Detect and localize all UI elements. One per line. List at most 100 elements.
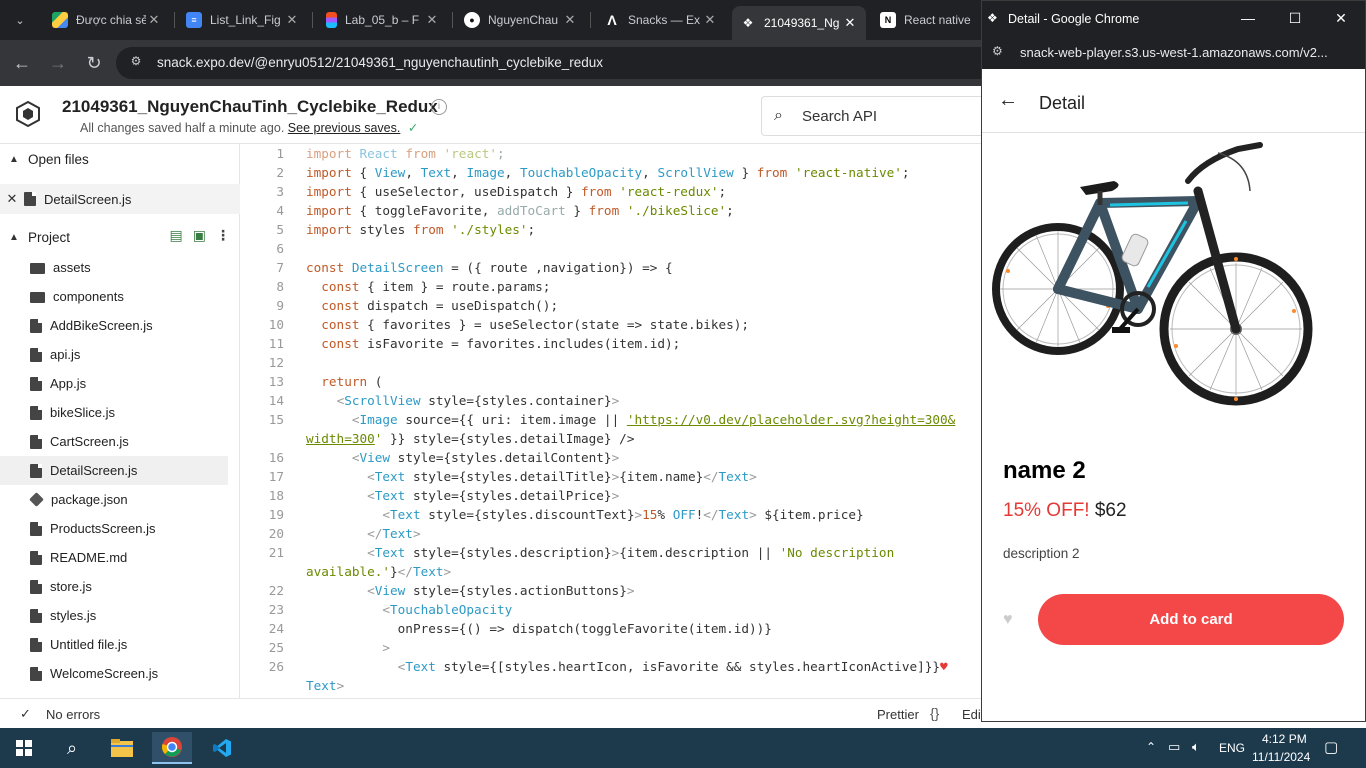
chrome-taskbar-icon[interactable] bbox=[152, 732, 192, 764]
vscode-taskbar-icon[interactable] bbox=[202, 732, 242, 764]
browser-tab[interactable]: Lab_05_b – F ✕ bbox=[318, 6, 448, 34]
file-tree-item[interactable]: CartScreen.js bbox=[0, 427, 228, 456]
snack-header: 21049361_NguyenChauTinh_Cyclebike_Redux … bbox=[0, 86, 982, 144]
file-tree-item[interactable]: DetailScreen.js bbox=[0, 456, 228, 485]
reload-icon[interactable]: ↻ bbox=[82, 51, 106, 75]
open-files-label: Open files bbox=[28, 151, 89, 167]
add-to-cart-button[interactable]: Add to card bbox=[1038, 594, 1344, 645]
browser-tab-active[interactable]: ❖ 21049361_Ng ✕ bbox=[732, 6, 866, 40]
file-name: Untitled file.js bbox=[50, 637, 128, 652]
file-name: package.json bbox=[51, 492, 128, 507]
file-tree-item[interactable]: bikeSlice.js bbox=[0, 398, 228, 427]
clock-time[interactable]: 4:12 PM bbox=[1262, 732, 1307, 746]
close-tab-icon[interactable]: ✕ bbox=[424, 12, 440, 28]
snack-icon: ❖ bbox=[742, 16, 754, 30]
file-explorer-icon[interactable] bbox=[102, 732, 142, 764]
minimize-icon[interactable]: — bbox=[1238, 10, 1258, 26]
popup-url-bar: ⚙ snack-web-player.s3.us-west-1.amazonaw… bbox=[982, 37, 1365, 69]
close-tab-icon[interactable]: ✕ bbox=[562, 12, 578, 28]
file-tree-item[interactable]: api.js bbox=[0, 340, 228, 369]
file-tree-item[interactable]: App.js bbox=[0, 369, 228, 398]
maximize-icon[interactable]: ☐ bbox=[1285, 10, 1305, 27]
open-files-header[interactable]: ▲ Open files bbox=[0, 144, 240, 174]
file-tree-item[interactable]: components bbox=[0, 282, 228, 311]
file-name: bikeSlice.js bbox=[50, 405, 116, 420]
tab-separator bbox=[312, 12, 313, 28]
file-name: AddBikeScreen.js bbox=[50, 318, 153, 333]
volume-muted-icon[interactable]: 🔈︎ bbox=[1192, 739, 1200, 755]
file-name: WelcomeScreen.js bbox=[50, 666, 159, 681]
close-tab-icon[interactable]: ✕ bbox=[146, 12, 162, 28]
error-status[interactable]: No errors bbox=[46, 707, 100, 722]
file-tree-item[interactable]: ProductsScreen.js bbox=[0, 514, 228, 543]
check-icon: ✓ bbox=[20, 706, 31, 721]
file-icon bbox=[30, 463, 42, 478]
file-icon bbox=[30, 666, 42, 681]
windows-start-icon[interactable] bbox=[4, 732, 44, 764]
file-tree-item[interactable]: assets bbox=[0, 253, 228, 282]
project-title[interactable]: 21049361_NguyenChauTinh_Cyclebike_Redux bbox=[62, 97, 438, 117]
snack-icon: ❖ bbox=[987, 11, 998, 25]
file-tree-item[interactable]: Untitled file.js bbox=[0, 630, 228, 659]
more-options-icon[interactable]: ⋮ bbox=[216, 227, 230, 244]
browser-tab[interactable]: N React native bbox=[872, 6, 982, 34]
close-file-icon[interactable]: ✕ bbox=[0, 191, 24, 207]
search-icon: ⌕ bbox=[774, 107, 783, 124]
previous-saves-link[interactable]: See previous saves. bbox=[288, 121, 401, 135]
file-tree-item[interactable]: README.md bbox=[0, 543, 228, 572]
tab-search-icon[interactable]: ⌄ bbox=[8, 8, 32, 32]
favorite-heart-icon[interactable]: ♥ bbox=[1003, 611, 1013, 629]
info-icon[interactable]: i bbox=[431, 99, 447, 115]
close-window-icon[interactable]: ✕ bbox=[1331, 10, 1351, 27]
tab-title: List_Link_Fig bbox=[210, 13, 281, 27]
clock-date[interactable]: 11/11/2024 bbox=[1252, 750, 1310, 764]
new-file-icon[interactable]: ▤ bbox=[170, 227, 183, 244]
file-name: App.js bbox=[50, 376, 87, 391]
new-folder-icon[interactable]: ▣ bbox=[193, 227, 206, 244]
browser-tab[interactable]: ● NguyenChau ✕ bbox=[456, 6, 586, 34]
network-icon[interactable]: ▭ bbox=[1168, 739, 1180, 755]
file-name: DetailScreen.js bbox=[50, 463, 138, 478]
file-icon bbox=[30, 318, 42, 333]
site-settings-icon[interactable]: ⚙ bbox=[126, 54, 146, 72]
project-header[interactable]: ▲ Project ▤ ▣ ⋮ bbox=[0, 222, 240, 252]
language-indicator[interactable]: ENG bbox=[1219, 741, 1245, 755]
file-tree-item[interactable]: store.js bbox=[0, 572, 228, 601]
open-file-name: DetailScreen.js bbox=[44, 191, 132, 207]
close-tab-icon[interactable]: ✕ bbox=[702, 12, 718, 28]
tab-title: Lab_05_b – F bbox=[345, 13, 420, 27]
prettier-button[interactable]: Prettier bbox=[877, 707, 919, 722]
discount-label: 15% OFF! bbox=[1003, 500, 1090, 521]
file-name: ProductsScreen.js bbox=[50, 521, 156, 536]
file-name: README.md bbox=[50, 550, 128, 565]
notification-icon[interactable]: ▢ bbox=[1324, 738, 1338, 756]
browser-tab[interactable]: Được chia sẻ ✕ bbox=[44, 6, 170, 34]
site-settings-icon[interactable]: ⚙ bbox=[992, 44, 1003, 58]
browser-tab[interactable]: ≡ List_Link_Fig ✕ bbox=[178, 6, 308, 34]
braces-icon[interactable]: {} bbox=[930, 705, 939, 721]
file-name: styles.js bbox=[50, 608, 97, 623]
search-api-input[interactable]: ⌕ Search API bbox=[761, 96, 982, 136]
code-editor[interactable]: 1 import React from 'react'; 2 import { … bbox=[240, 144, 982, 698]
address-bar[interactable]: ⚙ snack.expo.dev/@enryu0512/21049361_ngu… bbox=[116, 47, 982, 79]
close-tab-icon[interactable]: ✕ bbox=[842, 15, 858, 31]
item-name: name 2 bbox=[1003, 457, 1086, 484]
saved-check-icon: ✓ bbox=[407, 121, 419, 135]
popup-url: snack-web-player.s3.us-west-1.amazonaws.… bbox=[1020, 45, 1328, 60]
search-placeholder: Search API bbox=[802, 108, 878, 125]
file-tree-item[interactable]: styles.js bbox=[0, 601, 228, 630]
show-hidden-icons[interactable]: ⌃ bbox=[1146, 740, 1156, 754]
open-file-tab[interactable]: ✕ DetailScreen.js bbox=[0, 184, 240, 214]
forward-icon[interactable]: → bbox=[46, 51, 70, 75]
close-tab-icon[interactable]: ✕ bbox=[284, 12, 300, 28]
file-tree-item[interactable]: AddBikeScreen.js bbox=[0, 311, 228, 340]
file-name: assets bbox=[53, 260, 91, 275]
back-arrow-icon[interactable]: ← bbox=[998, 89, 1018, 112]
file-tree-item[interactable]: package.json bbox=[0, 485, 228, 514]
back-icon[interactable]: ← bbox=[10, 51, 34, 75]
browser-tab[interactable]: Λ Snacks — Ex ✕ bbox=[596, 6, 726, 34]
taskbar-search-icon[interactable]: ⌕ bbox=[52, 732, 92, 764]
file-tree-item[interactable]: WelcomeScreen.js bbox=[0, 659, 228, 688]
detail-popup-window: ❖ Detail - Google Chrome — ☐ ✕ ⚙ snack-w… bbox=[981, 0, 1366, 722]
folder-icon bbox=[30, 292, 45, 303]
